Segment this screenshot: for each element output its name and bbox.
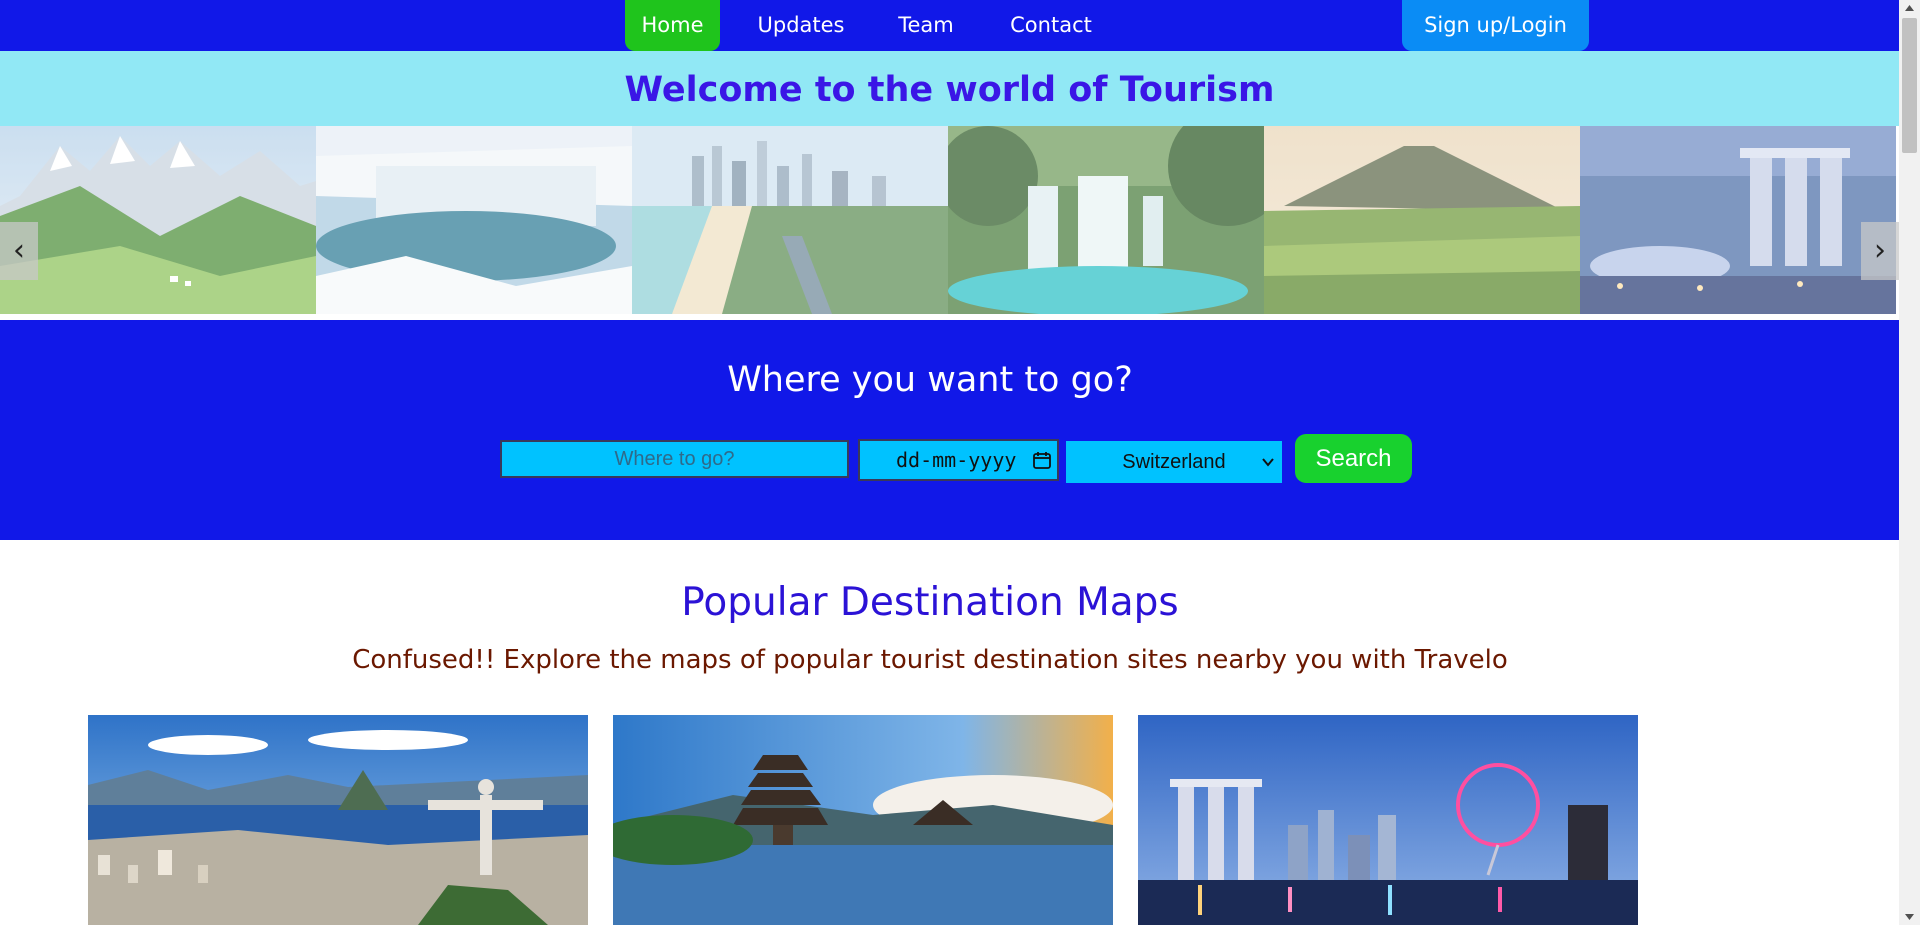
date-placeholder: dd-mm-yyyy (896, 448, 1017, 472)
scroll-up-arrow-icon[interactable] (1899, 0, 1920, 17)
travel-date-input[interactable]: dd-mm-yyyy (858, 439, 1059, 481)
nav-home-link[interactable]: Home (625, 0, 720, 51)
alpine-meadow-slide (0, 126, 316, 314)
page-scrollbar[interactable] (1899, 0, 1920, 925)
jungle-waterfall-slide (948, 126, 1264, 314)
calendar-icon[interactable] (1033, 451, 1051, 469)
popular-destinations-title: Popular Destination Maps (681, 580, 1179, 625)
search-heading: Where you want to go? (727, 360, 1133, 400)
nav-updates-link[interactable]: Updates (742, 0, 860, 51)
welcome-title: Welcome to the world of Tourism (624, 70, 1275, 110)
frozen-waterfall-slide (316, 126, 632, 314)
singapore-skyline-card[interactable] (1138, 715, 1638, 925)
rio-christ-redeemer-card[interactable] (88, 715, 588, 925)
scrollbar-thumb[interactable] (1902, 18, 1917, 153)
nav-contact-link[interactable]: Contact (996, 0, 1106, 51)
destination-input[interactable]: Where to go? (500, 440, 849, 478)
marina-bay-night-slide (1580, 126, 1896, 314)
signup-login-button[interactable]: Sign up/Login (1402, 0, 1589, 51)
nav-team-link[interactable]: Team (886, 0, 966, 51)
carousel-next-button[interactable]: › (1861, 222, 1899, 280)
search-button[interactable]: Search (1295, 434, 1412, 483)
bali-temple-card[interactable] (613, 715, 1113, 925)
search-section: Where you want to go? Where to go? dd-mm… (0, 320, 1899, 540)
rice-terrace-volcano-slide (1264, 126, 1580, 314)
scroll-down-arrow-icon[interactable] (1899, 908, 1920, 925)
carousel-prev-button[interactable]: ‹ (0, 222, 38, 280)
country-select[interactable]: Switzerland (1066, 441, 1282, 483)
city-beach-skyline-slide (632, 126, 948, 314)
country-selected-value: Switzerland (1122, 451, 1226, 473)
popular-destinations-subtitle: Confused!! Explore the maps of popular t… (352, 645, 1508, 675)
top-navbar: Home Updates Team Contact Sign up/Login (0, 0, 1899, 51)
welcome-banner: Welcome to the world of Tourism (0, 51, 1899, 126)
image-carousel: ‹ › (0, 126, 1899, 314)
chevron-down-icon (1262, 458, 1274, 467)
